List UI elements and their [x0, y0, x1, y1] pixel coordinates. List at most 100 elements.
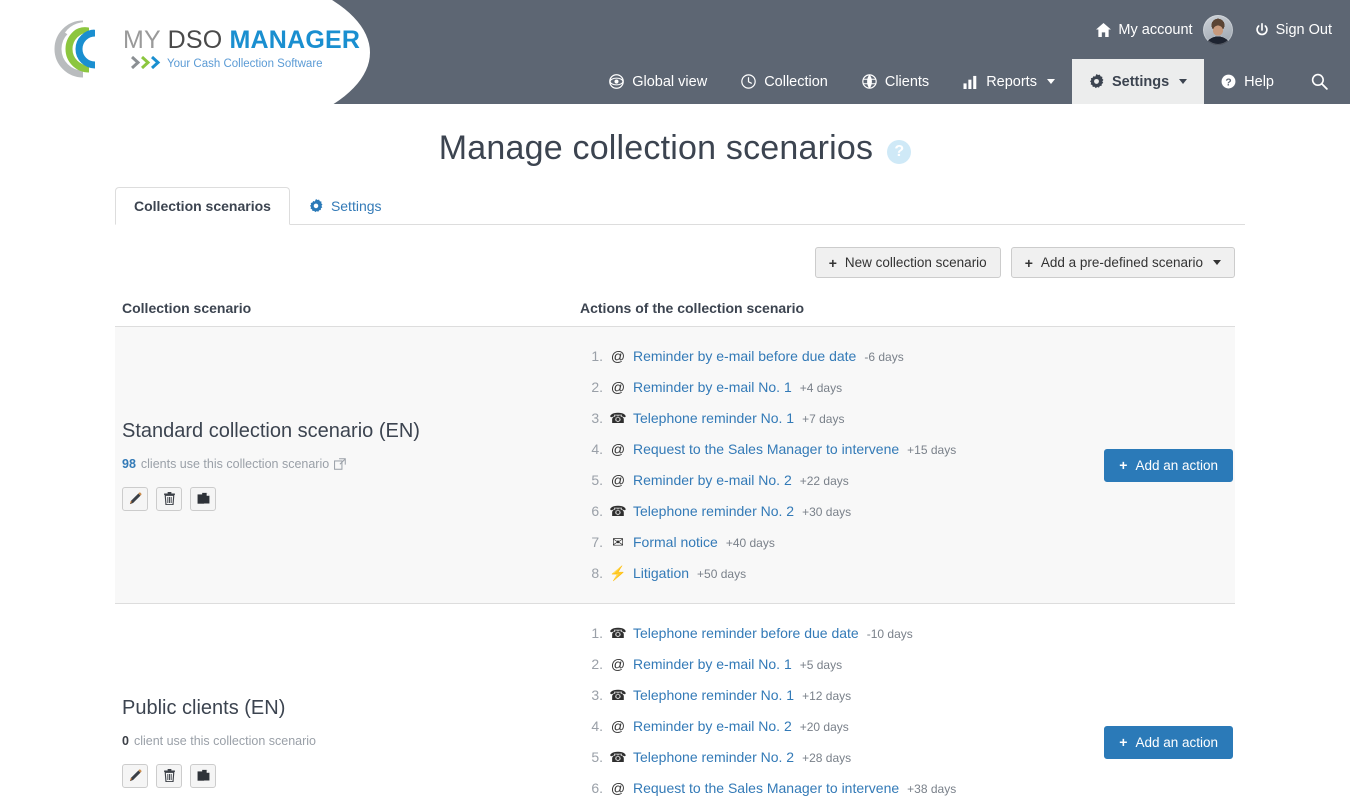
copy-icon: [197, 769, 209, 781]
my-account-label: My account: [1118, 22, 1193, 38]
action-label[interactable]: Reminder by e-mail No. 2: [633, 465, 792, 495]
scenario-usage: 0 client use this collection scenario: [122, 734, 569, 748]
at-icon: @: [610, 780, 626, 796]
actions-list: 1. @ Reminder by e-mail before due date …: [579, 341, 1104, 589]
action-label[interactable]: Reminder by e-mail before due date: [633, 341, 856, 371]
scenario-usage-count: 98: [122, 456, 136, 471]
scenario-toolbar: + New collection scenario + Add a pre-de…: [115, 247, 1235, 278]
column-header-scenario: Collection scenario: [122, 300, 252, 316]
action-label[interactable]: Formal notice: [633, 527, 718, 557]
action-label[interactable]: Litigation: [633, 558, 689, 588]
action-label[interactable]: Request to the Sales Manager to interven…: [633, 773, 899, 800]
action-label[interactable]: Telephone reminder No. 2: [633, 742, 794, 772]
plus-icon: +: [1119, 734, 1128, 750]
page-title: Manage collection scenarios: [438, 129, 874, 167]
bolt-icon: ⚡: [609, 565, 627, 581]
list-item: 4. @ Request to the Sales Manager to int…: [579, 434, 1104, 465]
nav-label-collection: Collection: [764, 73, 828, 90]
action-number: 4.: [591, 718, 603, 734]
action-delay: +50 days: [697, 567, 747, 581]
site-header: MY DSO MANAGER Your Cash Collection Soft…: [0, 0, 1350, 104]
brand-my: MY: [123, 26, 168, 54]
brand-manager: MANAGER: [229, 26, 361, 54]
account-strip: My account Sign Out: [1096, 15, 1332, 45]
trash-icon: [163, 769, 175, 782]
my-account-link[interactable]: My account: [1096, 22, 1193, 38]
new-collection-scenario-label: New collection scenario: [844, 255, 987, 270]
edit-scenario-button[interactable]: [122, 763, 148, 788]
action-label[interactable]: Telephone reminder No. 1: [633, 680, 794, 710]
eye-icon: [609, 74, 625, 89]
nav-item-help[interactable]: ? Help: [1204, 59, 1291, 104]
at-icon: @: [610, 379, 626, 395]
actions-list: 1. ☎ Telephone reminder before due date …: [579, 618, 1104, 800]
table-row: Public clients (EN) 0 client use this co…: [115, 604, 1235, 800]
nav-item-reports[interactable]: Reports: [946, 59, 1072, 104]
action-delay: +15 days: [907, 443, 957, 457]
tab-settings[interactable]: Settings: [290, 187, 401, 225]
action-number: 7.: [591, 534, 603, 550]
avatar[interactable]: [1202, 15, 1233, 45]
action-delay: +4 days: [799, 381, 843, 395]
action-label[interactable]: Reminder by e-mail No. 1: [633, 649, 792, 679]
add-an-action-button[interactable]: + Add an action: [1104, 725, 1233, 759]
nav-item-settings[interactable]: Settings: [1071, 59, 1205, 104]
scenario-name: Standard collection scenario (EN): [122, 419, 420, 442]
scenario-usage-text: client use this collection scenario: [133, 733, 316, 748]
add-an-action-button[interactable]: + Add an action: [1104, 448, 1233, 482]
duplicate-scenario-button[interactable]: [190, 486, 216, 511]
gear-icon: [1090, 74, 1104, 89]
action-label[interactable]: Telephone reminder No. 1: [633, 403, 794, 433]
action-delay: +30 days: [802, 505, 852, 519]
chevron-down-icon: [1046, 79, 1055, 84]
logo-mark-icon: [54, 20, 110, 78]
action-delay: +40 days: [725, 536, 775, 550]
svg-text:?: ?: [1226, 77, 1232, 88]
phone-icon: ☎: [609, 687, 627, 703]
new-collection-scenario-button[interactable]: + New collection scenario: [814, 247, 1001, 278]
action-label[interactable]: Telephone reminder No. 2: [633, 496, 794, 526]
question-circle-icon: ?: [1221, 74, 1236, 89]
plus-icon: +: [1024, 254, 1033, 271]
mail-icon: ✉: [612, 534, 624, 550]
add-predefined-scenario-label: Add a pre-defined scenario: [1040, 255, 1203, 270]
nav-item-global-view[interactable]: Global view: [592, 59, 724, 104]
action-number: 5.: [591, 472, 603, 488]
action-delay: +22 days: [799, 474, 849, 488]
tab-collection-scenarios[interactable]: Collection scenarios: [115, 187, 290, 225]
delete-scenario-button[interactable]: [156, 763, 182, 788]
scenario-usage[interactable]: 98 clients use this collection scenario: [122, 457, 569, 471]
at-icon: @: [610, 472, 626, 488]
at-icon: @: [610, 718, 626, 734]
phone-icon: ☎: [609, 503, 627, 519]
chevron-triple-icon: [131, 56, 161, 69]
action-label[interactable]: Reminder by e-mail No. 2: [633, 711, 792, 741]
nav-item-clients[interactable]: Clients: [845, 59, 946, 104]
action-label[interactable]: Reminder by e-mail No. 1: [633, 372, 792, 402]
action-number: 3.: [591, 687, 603, 703]
sign-out-link[interactable]: Sign Out: [1255, 22, 1332, 38]
action-number: 2.: [591, 656, 603, 672]
power-icon: [1255, 23, 1268, 36]
pencil-icon: [129, 492, 142, 505]
delete-scenario-button[interactable]: [156, 486, 182, 511]
nav-item-collection[interactable]: Collection: [724, 59, 845, 104]
nav-label-reports: Reports: [986, 73, 1037, 90]
nav-label-clients: Clients: [884, 73, 930, 90]
nav-item-search[interactable]: [1291, 59, 1350, 104]
add-predefined-scenario-button[interactable]: + Add a pre-defined scenario: [1010, 247, 1235, 278]
brand-logo[interactable]: MY DSO MANAGER Your Cash Collection Soft…: [45, 18, 360, 80]
main-nav: Global view Collection Clients Reports S…: [592, 59, 1350, 104]
duplicate-scenario-button[interactable]: [190, 763, 216, 788]
brand-dso: DSO: [167, 26, 230, 54]
copy-icon: [197, 492, 209, 504]
list-item: 6. ☎ Telephone reminder No. 2 +30 days: [579, 496, 1104, 527]
external-link-icon[interactable]: [334, 457, 346, 470]
action-number: 2.: [591, 379, 603, 395]
action-label[interactable]: Request to the Sales Manager to interven…: [633, 434, 899, 464]
page-body: Manage collection scenarios ? Collection…: [0, 104, 1350, 800]
action-label[interactable]: Telephone reminder before due date: [633, 618, 859, 648]
help-badge-icon[interactable]: ?: [887, 139, 912, 164]
action-delay: +20 days: [799, 720, 849, 734]
edit-scenario-button[interactable]: [122, 486, 148, 511]
